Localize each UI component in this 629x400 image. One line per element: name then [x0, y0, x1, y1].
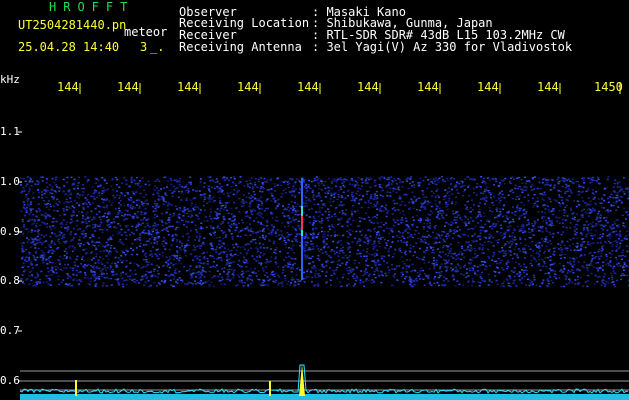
x-tick-3: 144: [177, 80, 199, 94]
y-tick-0-6: 0.6: [0, 374, 20, 387]
meteor-streak: [301, 220, 303, 222]
meteor-streak: [301, 236, 303, 238]
mode-label: meteor: [124, 25, 168, 39]
meteor-streak: [301, 232, 303, 234]
meteor-streak: [301, 194, 303, 196]
index-label: 3: [140, 40, 148, 54]
meteor-streak: [301, 230, 303, 232]
meteor-streak: [301, 222, 303, 224]
image-filename: UT2504281440.pn: [18, 18, 127, 32]
meteor-streak: [301, 180, 303, 182]
meteor-streak: [301, 226, 303, 228]
waterfall-plot: [0, 0, 629, 400]
meteor-streak: [301, 190, 303, 192]
meteor-streak: [301, 272, 303, 274]
meteor-streak: [301, 200, 303, 202]
meteor-streak: [301, 254, 303, 256]
x-tick-5: 144: [297, 80, 319, 94]
meteor-streak: [301, 192, 303, 194]
meteor-streak: [301, 266, 303, 268]
x-tick-10: 1450: [594, 80, 623, 94]
meteor-streak: [301, 258, 303, 260]
antenna-value: : 3el Yagi(V) Az 330 for Vladivostok: [312, 40, 573, 54]
meteor-streak: [301, 182, 303, 184]
meteor-streak: [301, 250, 303, 252]
y-tick-0-9: 0.9: [0, 225, 20, 238]
meteor-streak: [301, 252, 303, 254]
meteor-streak: [301, 224, 303, 226]
meteor-streak: [301, 270, 303, 272]
meteor-streak: [301, 228, 303, 230]
meteor-streak: [301, 196, 303, 198]
meteor-streak: [301, 268, 303, 270]
meteor-streak: [301, 212, 303, 214]
antenna-label: Receiving Antenna: [179, 40, 302, 54]
meteor-streak: [301, 178, 303, 180]
x-tick-4: 144: [237, 80, 259, 94]
index-suffix: _.: [150, 40, 165, 54]
meteor-streak: [301, 214, 303, 216]
meteor-streak: [301, 276, 303, 278]
meteor-streak: [301, 188, 303, 190]
meteor-streak: [301, 242, 303, 244]
meteor-streak: [301, 278, 303, 280]
meteor-streak: [301, 198, 303, 200]
meteor-streak: [301, 216, 303, 218]
app-title: HROFFT: [49, 0, 135, 14]
y-unit-label: kHz: [0, 73, 20, 86]
y-tick-1-1: 1.1: [0, 125, 20, 138]
meteor-streak: [301, 186, 303, 188]
meteor-streak: [301, 260, 303, 262]
x-tick-8: 144: [477, 80, 499, 94]
meteor-streak: [301, 256, 303, 258]
x-tick-2: 144: [117, 80, 139, 94]
y-tick-1-0: 1.0: [0, 175, 20, 188]
meteor-streak: [301, 246, 303, 248]
meteor-streak: [301, 238, 303, 240]
meteor-streak: [301, 264, 303, 266]
meteor-streak: [301, 206, 303, 208]
meteor-streak: [301, 262, 303, 264]
meteor-streak: [301, 248, 303, 250]
meteor-streak: [301, 240, 303, 242]
x-tick-7: 144: [417, 80, 439, 94]
meteor-streak: [301, 204, 303, 206]
y-tick-0-8: 0.8: [0, 274, 20, 287]
x-tick-9: 144: [537, 80, 559, 94]
meteor-streak: [301, 234, 303, 236]
y-tick-0-7: 0.7: [0, 324, 20, 337]
meteor-streak: [301, 244, 303, 246]
spectrum-fill: [20, 394, 629, 400]
meteor-streak: [301, 210, 303, 212]
meteor-streak: [301, 208, 303, 210]
x-tick-1: 144: [57, 80, 79, 94]
meteor-streak: [301, 274, 303, 276]
meteor-streak: [301, 202, 303, 204]
meteor-streak: [301, 218, 303, 220]
x-tick-6: 144: [357, 80, 379, 94]
datetime-label: 25.04.28 14:40: [18, 40, 120, 54]
meteor-streak: [301, 184, 303, 186]
